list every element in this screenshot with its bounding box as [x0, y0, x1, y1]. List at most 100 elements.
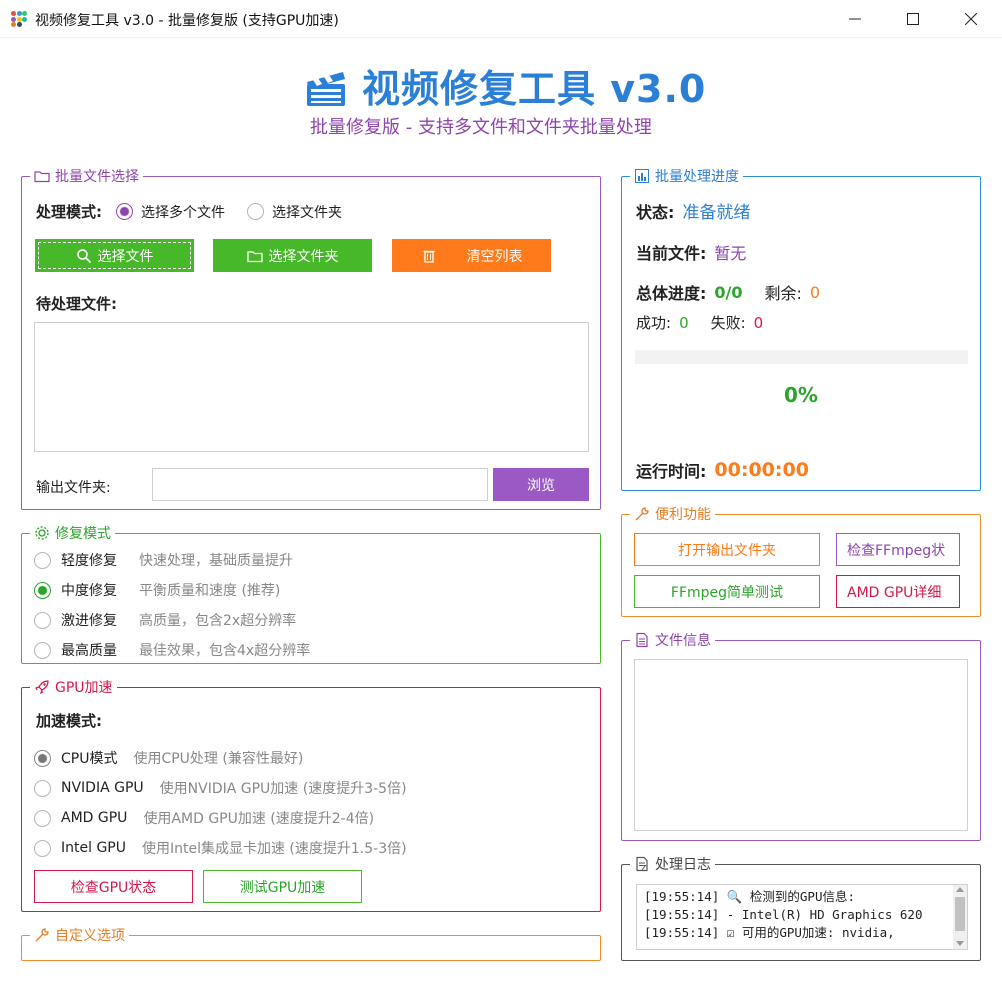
progress-group: 批量处理进度 状态: 准备就绪 当前文件: 暂无 总体进度: 0/0 剩余: 0… — [621, 166, 981, 491]
amd-gpu-detail-button[interactable]: AMD GPU详细 — [836, 575, 960, 608]
current-file-value: 暂无 — [714, 244, 747, 263]
check-ffmpeg-button[interactable]: 检查FFmpeg状 — [836, 533, 960, 566]
select-folder-button[interactable]: 选择文件夹 — [213, 239, 372, 272]
mode-label: 处理模式: — [36, 203, 102, 221]
select-files-button[interactable]: 选择文件 — [35, 239, 194, 272]
gpu-amd-label: AMD GPU — [61, 810, 128, 826]
folder-icon — [34, 171, 50, 183]
repair-light-radio[interactable] — [34, 551, 51, 569]
gpu-intel-label: Intel GPU — [61, 840, 126, 856]
gpu-option-cpu[interactable]: CPU模式 使用CPU处理 (兼容性最好) — [34, 748, 303, 768]
title-bar: 视频修复工具 v3.0 - 批量修复版 (支持GPU加速) — [0, 0, 1002, 38]
log-scrollbar[interactable] — [953, 885, 967, 949]
success-fail-row: 成功: 0 失败: 0 — [636, 312, 763, 333]
gpu-amd-desc: 使用AMD GPU加速 (速度提升2-4倍) — [143, 811, 375, 827]
tools-legend: 便利功能 — [630, 504, 715, 524]
repair-option-light[interactable]: 轻度修复 快速处理，基础质量提升 — [34, 550, 293, 570]
mode-row: 处理模式: 选择多个文件 选择文件夹 — [36, 201, 342, 222]
output-folder-label: 输出文件夹: — [36, 480, 111, 496]
repair-mode-group: 修复模式 轻度修复 快速处理，基础质量提升 中度修复 平衡质量和速度 (推荐) … — [21, 523, 601, 664]
close-button[interactable] — [942, 0, 1000, 38]
gpu-nvidia-radio[interactable] — [34, 779, 51, 797]
file-select-group: 批量文件选择 处理模式: 选择多个文件 选择文件夹 选择文件 选择文件夹 清空列… — [21, 166, 601, 510]
log-scrollbar-thumb[interactable] — [955, 897, 965, 931]
wrench-icon — [635, 507, 649, 521]
repair-max-label: 最高质量 — [61, 643, 117, 659]
output-folder-input[interactable] — [152, 468, 488, 501]
document-icon — [636, 632, 648, 648]
runtime-value: 00:00:00 — [714, 459, 809, 481]
repair-option-max[interactable]: 最高质量 最佳效果，包含4x超分辨率 — [34, 640, 310, 660]
log-line: [19:55:14] - Intel(R) HD Graphics 620 — [644, 907, 923, 922]
gpu-option-nvidia[interactable]: NVIDIA GPU 使用NVIDIA GPU加速 (速度提升3-5倍) — [34, 778, 407, 798]
repair-medium-desc: 平衡质量和速度 (推荐) — [139, 583, 281, 599]
remain-value: 0 — [809, 282, 821, 302]
ffmpeg-test-button[interactable]: FFmpeg简单测试 — [634, 575, 820, 608]
search-icon — [76, 248, 91, 263]
custom-options-group: 自定义选项 — [21, 925, 601, 961]
success-label: 成功: — [636, 314, 672, 332]
status-label: 状态: — [636, 202, 675, 222]
log-document-icon — [636, 856, 648, 872]
total-progress-label: 总体进度: — [636, 284, 707, 303]
scroll-up-icon[interactable] — [956, 887, 964, 892]
log-legend: 处理日志 — [630, 854, 715, 874]
pending-files-list[interactable] — [34, 322, 589, 452]
gear-icon — [35, 526, 49, 540]
bar-chart-icon — [635, 169, 649, 183]
success-value: 0 — [679, 313, 689, 332]
log-text[interactable]: [19:55:14] 🔍 检测到的GPU信息: [19:55:14] - Int… — [636, 884, 968, 950]
gpu-nvidia-label: NVIDIA GPU — [61, 780, 144, 796]
check-gpu-button[interactable]: 检查GPU状态 — [34, 870, 193, 903]
test-gpu-button[interactable]: 测试GPU加速 — [203, 870, 362, 903]
current-file-label: 当前文件: — [636, 244, 707, 263]
pending-files-label: 待处理文件: — [36, 295, 117, 313]
browse-button[interactable]: 浏览 — [493, 468, 589, 501]
file-info-text[interactable] — [634, 659, 968, 831]
gpu-amd-radio[interactable] — [34, 809, 51, 827]
repair-option-medium[interactable]: 中度修复 平衡质量和速度 (推荐) — [34, 580, 280, 600]
gpu-group: GPU加速 加速模式: CPU模式 使用CPU处理 (兼容性最好) NVIDIA… — [21, 677, 601, 912]
repair-max-radio[interactable] — [34, 641, 51, 659]
runtime-label: 运行时间: — [636, 462, 707, 481]
total-progress-row: 总体进度: 0/0 剩余: 0 — [636, 280, 820, 304]
gpu-option-intel[interactable]: Intel GPU 使用Intel集成显卡加速 (速度提升1.5-3倍) — [34, 838, 407, 858]
minimize-icon — [849, 18, 861, 20]
repair-mode-legend: 修复模式 — [30, 523, 115, 543]
check-icon: ☑ — [726, 925, 735, 940]
maximize-button[interactable] — [884, 0, 942, 38]
runtime-row: 运行时间: 00:00:00 — [636, 458, 809, 482]
gpu-legend: GPU加速 — [30, 677, 117, 697]
repair-option-aggressive[interactable]: 激进修复 高质量，包含2x超分辨率 — [34, 610, 296, 630]
clapperboard-icon — [307, 72, 345, 106]
gpu-intel-radio[interactable] — [34, 839, 51, 857]
status-row: 状态: 准备就绪 — [636, 198, 750, 224]
mode-folder-radio[interactable] — [247, 203, 264, 220]
app-title: 视频修复工具 v3.0 — [362, 67, 707, 111]
gpu-cpu-desc: 使用CPU处理 (兼容性最好) — [133, 751, 304, 767]
progress-percent: 0% — [784, 383, 818, 407]
app-subtitle: 批量修复版 - 支持多文件和文件夹批量处理 — [310, 117, 652, 138]
mode-multi-files-radio[interactable] — [116, 203, 133, 220]
scroll-down-icon[interactable] — [956, 941, 964, 946]
close-icon — [965, 13, 977, 25]
total-progress-value: 0/0 — [714, 282, 743, 302]
clear-list-button[interactable]: 清空列表 — [392, 239, 551, 272]
gpu-option-amd[interactable]: AMD GPU 使用AMD GPU加速 (速度提升2-4倍) — [34, 808, 374, 828]
tools-group: 便利功能 打开输出文件夹 检查FFmpeg状 FFmpeg简单测试 AMD GP… — [621, 504, 981, 617]
file-select-legend: 批量文件选择 — [30, 166, 143, 186]
minimize-button[interactable] — [826, 0, 884, 38]
wrench-icon — [35, 928, 49, 942]
fail-value: 0 — [753, 313, 764, 332]
repair-max-desc: 最佳效果，包含4x超分辨率 — [139, 643, 311, 659]
repair-medium-radio[interactable] — [34, 581, 51, 599]
repair-aggressive-label: 激进修复 — [61, 613, 117, 629]
gpu-cpu-label: CPU模式 — [61, 751, 118, 767]
repair-aggressive-radio[interactable] — [34, 611, 51, 629]
progress-legend: 批量处理进度 — [630, 166, 743, 186]
fail-label: 失败: — [710, 314, 746, 332]
repair-aggressive-desc: 高质量，包含2x超分辨率 — [139, 613, 297, 629]
gpu-cpu-radio[interactable] — [34, 749, 51, 767]
open-output-folder-button[interactable]: 打开输出文件夹 — [634, 533, 820, 566]
log-line: [19:55:14] 🔍 检测到的GPU信息: — [644, 889, 856, 904]
